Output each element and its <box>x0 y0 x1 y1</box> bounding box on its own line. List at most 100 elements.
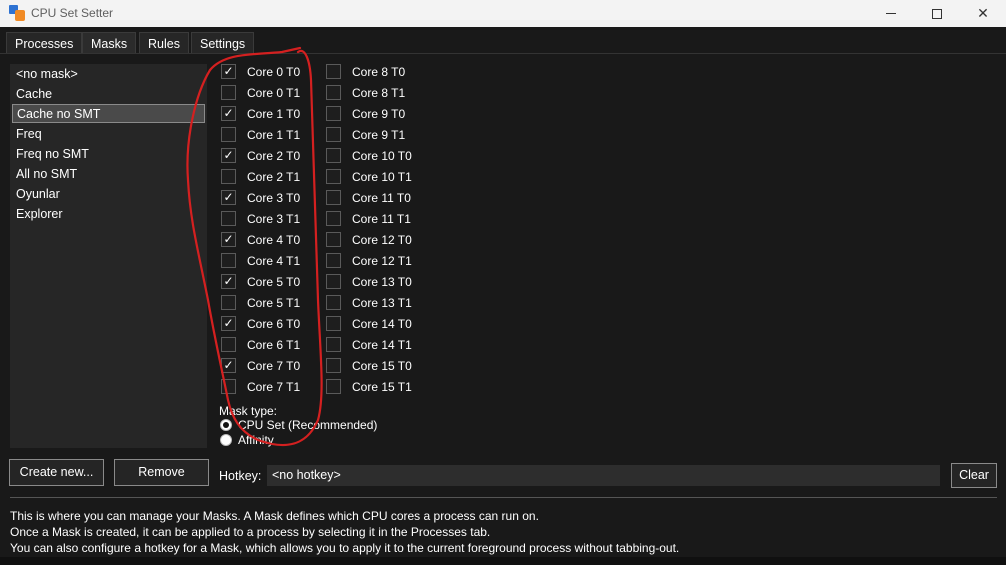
separator <box>10 497 997 498</box>
checkbox-label-core-4-t1: Core 4 T1 <box>247 254 301 268</box>
maximize-icon <box>932 8 942 19</box>
mask-item-oyunlar[interactable]: Oyunlar <box>12 185 205 204</box>
checkbox-label-core-10-t1: Core 10 T1 <box>352 170 412 184</box>
checkbox-core-15-t0[interactable] <box>326 358 341 373</box>
tab-processes[interactable]: Processes <box>6 32 83 54</box>
checkbox-core-10-t0[interactable] <box>326 148 341 163</box>
checkbox-core-15-t1[interactable] <box>326 379 341 394</box>
checkbox-label-core-7-t0: Core 7 T0 <box>247 359 301 373</box>
checkbox-core-12-t1[interactable] <box>326 253 341 268</box>
checkbox-core-8-t1[interactable] <box>326 85 341 100</box>
radio-cpu-set[interactable] <box>220 419 232 431</box>
radio-affinity-label: Affinity <box>238 433 274 447</box>
checkbox-core-12-t0[interactable] <box>326 232 341 247</box>
title-bar: CPU Set Setter ✕ <box>0 0 1006 27</box>
checkbox-core-2-t1[interactable] <box>221 169 236 184</box>
radio-affinity[interactable] <box>220 434 232 446</box>
checkbox-core-13-t1[interactable] <box>326 295 341 310</box>
checkbox-label-core-12-t0: Core 12 T0 <box>352 233 412 247</box>
tab-settings[interactable]: Settings <box>191 32 255 54</box>
checkbox-core-7-t1[interactable] <box>221 379 236 394</box>
checkbox-core-1-t0[interactable]: ✓ <box>221 106 236 121</box>
checkbox-core-13-t0[interactable] <box>326 274 341 289</box>
checkbox-label-core-4-t0: Core 4 T0 <box>247 233 301 247</box>
help-text-line-1: This is where you can manage your Masks.… <box>10 509 539 523</box>
checkbox-label-core-13-t0: Core 13 T0 <box>352 275 412 289</box>
checkbox-core-3-t0[interactable]: ✓ <box>221 190 236 205</box>
help-text-line-3: You can also configure a hotkey for a Ma… <box>10 541 680 555</box>
checkbox-label-core-1-t0: Core 1 T0 <box>247 107 301 121</box>
help-text-line-2: Once a Mask is created, it can be applie… <box>10 525 491 539</box>
checkbox-label-core-15-t0: Core 15 T0 <box>352 359 412 373</box>
tabs-divider <box>0 53 1006 54</box>
checkbox-label-core-2-t1: Core 2 T1 <box>247 170 301 184</box>
checkbox-label-core-3-t0: Core 3 T0 <box>247 191 301 205</box>
checkbox-label-core-8-t1: Core 8 T1 <box>352 86 406 100</box>
checkbox-core-9-t1[interactable] <box>326 127 341 142</box>
maximize-button[interactable] <box>914 0 960 27</box>
checkbox-label-core-2-t0: Core 2 T0 <box>247 149 301 163</box>
mask-list[interactable]: <no mask> Cache Cache no SMT Freq Freq n… <box>10 64 207 448</box>
remove-button[interactable]: Remove <box>114 459 209 486</box>
checkbox-core-7-t0[interactable]: ✓ <box>221 358 236 373</box>
radio-cpu-set-label: CPU Set (Recommended) <box>238 418 378 432</box>
checkbox-core-2-t0[interactable]: ✓ <box>221 148 236 163</box>
tab-masks[interactable]: Masks <box>82 32 137 54</box>
window-title: CPU Set Setter <box>31 6 114 20</box>
app-icon <box>9 5 25 21</box>
checkbox-label-core-3-t1: Core 3 T1 <box>247 212 301 226</box>
checkbox-label-core-6-t0: Core 6 T0 <box>247 317 301 331</box>
checkbox-label-core-11-t1: Core 11 T1 <box>352 212 411 226</box>
checkbox-label-core-1-t1: Core 1 T1 <box>247 128 301 142</box>
checkbox-core-11-t0[interactable] <box>326 190 341 205</box>
checkbox-core-0-t0[interactable]: ✓ <box>221 64 236 79</box>
checkbox-label-core-0-t0: Core 0 T0 <box>247 65 301 79</box>
mask-item-cache-no-smt[interactable]: Cache no SMT <box>12 104 205 123</box>
checkbox-core-6-t1[interactable] <box>221 337 236 352</box>
checkbox-core-8-t0[interactable] <box>326 64 341 79</box>
checkbox-core-1-t1[interactable] <box>221 127 236 142</box>
mask-item-explorer[interactable]: Explorer <box>12 205 205 224</box>
checkbox-core-5-t1[interactable] <box>221 295 236 310</box>
checkbox-label-core-8-t0: Core 8 T0 <box>352 65 406 79</box>
mask-item-cache[interactable]: Cache <box>12 85 205 104</box>
checkbox-core-14-t1[interactable] <box>326 337 341 352</box>
mask-item-freq[interactable]: Freq <box>12 125 205 144</box>
checkbox-label-core-14-t0: Core 14 T0 <box>352 317 412 331</box>
mask-item-all-no-smt[interactable]: All no SMT <box>12 165 205 184</box>
checkbox-label-core-9-t1: Core 9 T1 <box>352 128 406 142</box>
checkbox-label-core-14-t1: Core 14 T1 <box>352 338 412 352</box>
checkbox-label-core-0-t1: Core 0 T1 <box>247 86 301 100</box>
checkbox-label-core-11-t0: Core 11 T0 <box>352 191 411 205</box>
checkbox-core-14-t0[interactable] <box>326 316 341 331</box>
tab-rules[interactable]: Rules <box>139 32 189 54</box>
checkbox-label-core-9-t0: Core 9 T0 <box>352 107 406 121</box>
checkbox-label-core-7-t1: Core 7 T1 <box>247 380 301 394</box>
checkbox-core-10-t1[interactable] <box>326 169 341 184</box>
hotkey-label: Hotkey: <box>219 469 262 483</box>
clear-button[interactable]: Clear <box>951 463 997 488</box>
create-new-button[interactable]: Create new... <box>9 459 104 486</box>
checkbox-label-core-5-t1: Core 5 T1 <box>247 296 301 310</box>
checkbox-core-4-t1[interactable] <box>221 253 236 268</box>
taskbar <box>0 557 1006 565</box>
checkbox-label-core-10-t0: Core 10 T0 <box>352 149 412 163</box>
mask-item-freq-no-smt[interactable]: Freq no SMT <box>12 145 205 164</box>
checkbox-label-core-6-t1: Core 6 T1 <box>247 338 301 352</box>
mask-item-no-mask[interactable]: <no mask> <box>12 65 205 84</box>
close-button[interactable]: ✕ <box>960 0 1006 27</box>
checkbox-label-core-12-t1: Core 12 T1 <box>352 254 412 268</box>
checkbox-core-3-t1[interactable] <box>221 211 236 226</box>
checkbox-core-4-t0[interactable]: ✓ <box>221 232 236 247</box>
checkbox-label-core-13-t1: Core 13 T1 <box>352 296 412 310</box>
checkbox-core-5-t0[interactable]: ✓ <box>221 274 236 289</box>
hotkey-input[interactable]: <no hotkey> <box>267 465 940 486</box>
checkbox-core-0-t1[interactable] <box>221 85 236 100</box>
checkbox-core-9-t0[interactable] <box>326 106 341 121</box>
minimize-icon <box>886 13 896 14</box>
checkbox-label-core-15-t1: Core 15 T1 <box>352 380 412 394</box>
checkbox-core-11-t1[interactable] <box>326 211 341 226</box>
checkbox-core-6-t0[interactable]: ✓ <box>221 316 236 331</box>
main-window: Processes Masks Rules Settings <no mask>… <box>0 27 1006 557</box>
minimize-button[interactable] <box>868 0 914 27</box>
